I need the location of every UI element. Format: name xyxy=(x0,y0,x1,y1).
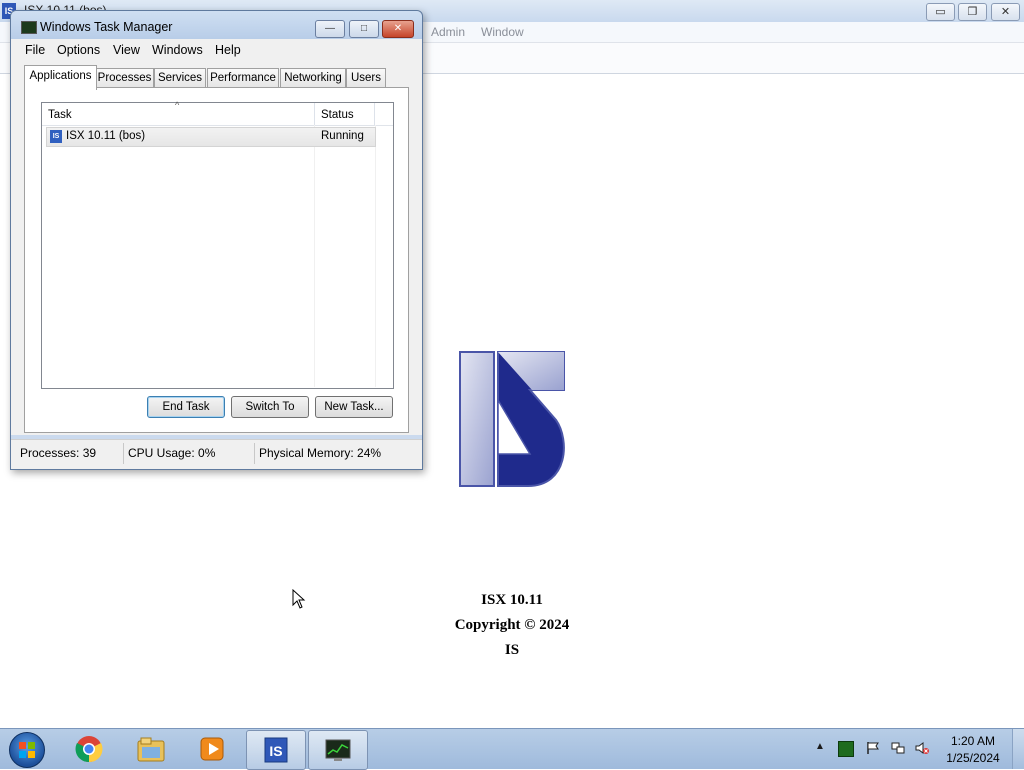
tm-menu-help[interactable]: Help xyxy=(215,43,241,57)
tm-close-button[interactable]: ✕ xyxy=(382,20,414,38)
file-explorer-icon xyxy=(137,737,165,762)
start-button[interactable] xyxy=(9,732,45,768)
tm-menubar: File Options View Windows Help xyxy=(11,39,422,61)
splash-copyright: Copyright © 2024 xyxy=(454,617,570,633)
isx-menu-admin[interactable]: Admin xyxy=(431,25,465,39)
status-divider xyxy=(123,443,124,464)
tab-performance[interactable]: Performance xyxy=(207,68,279,88)
media-player-icon xyxy=(200,737,224,761)
volume-muted-icon[interactable] xyxy=(915,741,929,755)
taskbar-file-explorer[interactable] xyxy=(122,730,180,768)
status-cpu: CPU Usage: 0% xyxy=(128,446,216,460)
splash-version: ISX 10.11 xyxy=(481,592,543,608)
action-center-flag-icon[interactable] xyxy=(866,741,880,755)
taskbar-chrome[interactable] xyxy=(60,730,118,768)
splash-company: IS xyxy=(504,642,520,658)
tab-users[interactable]: Users xyxy=(346,68,386,88)
tab-applications[interactable]: Applications xyxy=(24,65,97,90)
column-header-status-label: Status xyxy=(321,109,354,121)
isx-icon: IS xyxy=(264,737,288,763)
tm-menu-options[interactable]: Options xyxy=(57,43,100,57)
task-manager-window: Windows Task Manager — □ ✕ File Options … xyxy=(10,10,423,470)
status-processes: Processes: 39 xyxy=(20,446,97,460)
column-header-task-label: Task xyxy=(48,109,72,121)
column-divider xyxy=(375,125,376,387)
isx-menu-window[interactable]: Window xyxy=(481,25,524,39)
tm-menu-file[interactable]: File xyxy=(25,43,45,57)
svg-text:IS: IS xyxy=(269,743,282,759)
task-manager-icon xyxy=(325,739,351,761)
task-manager-title: Windows Task Manager xyxy=(40,20,173,34)
row-task-status: Running xyxy=(321,130,364,142)
task-manager-titlebar[interactable]: Windows Task Manager — □ ✕ xyxy=(11,11,422,39)
isx-close-button[interactable]: ✕ xyxy=(991,3,1020,21)
tab-processes[interactable]: Processes xyxy=(95,68,154,88)
windows-logo-icon xyxy=(19,742,35,758)
tm-menu-windows[interactable]: Windows xyxy=(152,43,203,57)
column-header-status[interactable]: Status xyxy=(315,103,375,125)
chrome-icon xyxy=(75,736,103,763)
row-task-name: ISX 10.11 (bos) xyxy=(66,130,146,142)
taskbar-isx[interactable]: IS xyxy=(246,730,306,770)
sort-ascending-icon: ^ xyxy=(175,100,180,110)
switch-to-button[interactable]: Switch To xyxy=(231,396,309,418)
mouse-cursor-icon xyxy=(292,589,306,609)
taskbar: IS ▲ 1:20 AM 1/25/2024 xyxy=(0,728,1024,770)
new-task-button[interactable]: New Task... xyxy=(315,396,393,418)
tm-minimize-button[interactable]: — xyxy=(315,20,345,38)
isx-minimize-button[interactable]: ▭ xyxy=(926,3,955,21)
tm-statusbar: Processes: 39 CPU Usage: 0% Physical Mem… xyxy=(11,439,422,469)
clock-date[interactable]: 1/25/2024 xyxy=(930,751,1016,765)
task-list[interactable]: Task ^ Status IS ISX 10.11 (bos) Running xyxy=(41,100,394,389)
table-row[interactable]: IS ISX 10.11 (bos) Running xyxy=(46,127,376,147)
tab-networking[interactable]: Networking xyxy=(280,68,346,88)
show-hidden-icons-button[interactable]: ▲ xyxy=(815,741,825,752)
end-task-button[interactable]: End Task xyxy=(147,396,225,418)
tray-app-icon[interactable] xyxy=(838,741,854,757)
column-divider xyxy=(314,125,315,387)
isx-logo xyxy=(459,351,565,487)
tm-menu-view[interactable]: View xyxy=(113,43,140,57)
tab-services[interactable]: Services xyxy=(154,68,206,88)
status-divider xyxy=(254,443,255,464)
taskbar-task-manager[interactable] xyxy=(308,730,368,770)
network-icon[interactable] xyxy=(891,741,905,755)
tm-maximize-button[interactable]: □ xyxy=(349,20,379,38)
show-desktop-button[interactable] xyxy=(1012,729,1024,769)
isx-task-icon: IS xyxy=(50,130,62,143)
clock-time[interactable]: 1:20 AM xyxy=(930,734,1016,748)
isx-restore-button[interactable]: ❐ xyxy=(958,3,987,21)
task-manager-app-icon xyxy=(21,21,37,34)
taskbar-media-player[interactable] xyxy=(183,730,241,768)
status-memory: Physical Memory: 24% xyxy=(259,446,382,460)
task-list-header: Task ^ Status xyxy=(42,100,393,126)
